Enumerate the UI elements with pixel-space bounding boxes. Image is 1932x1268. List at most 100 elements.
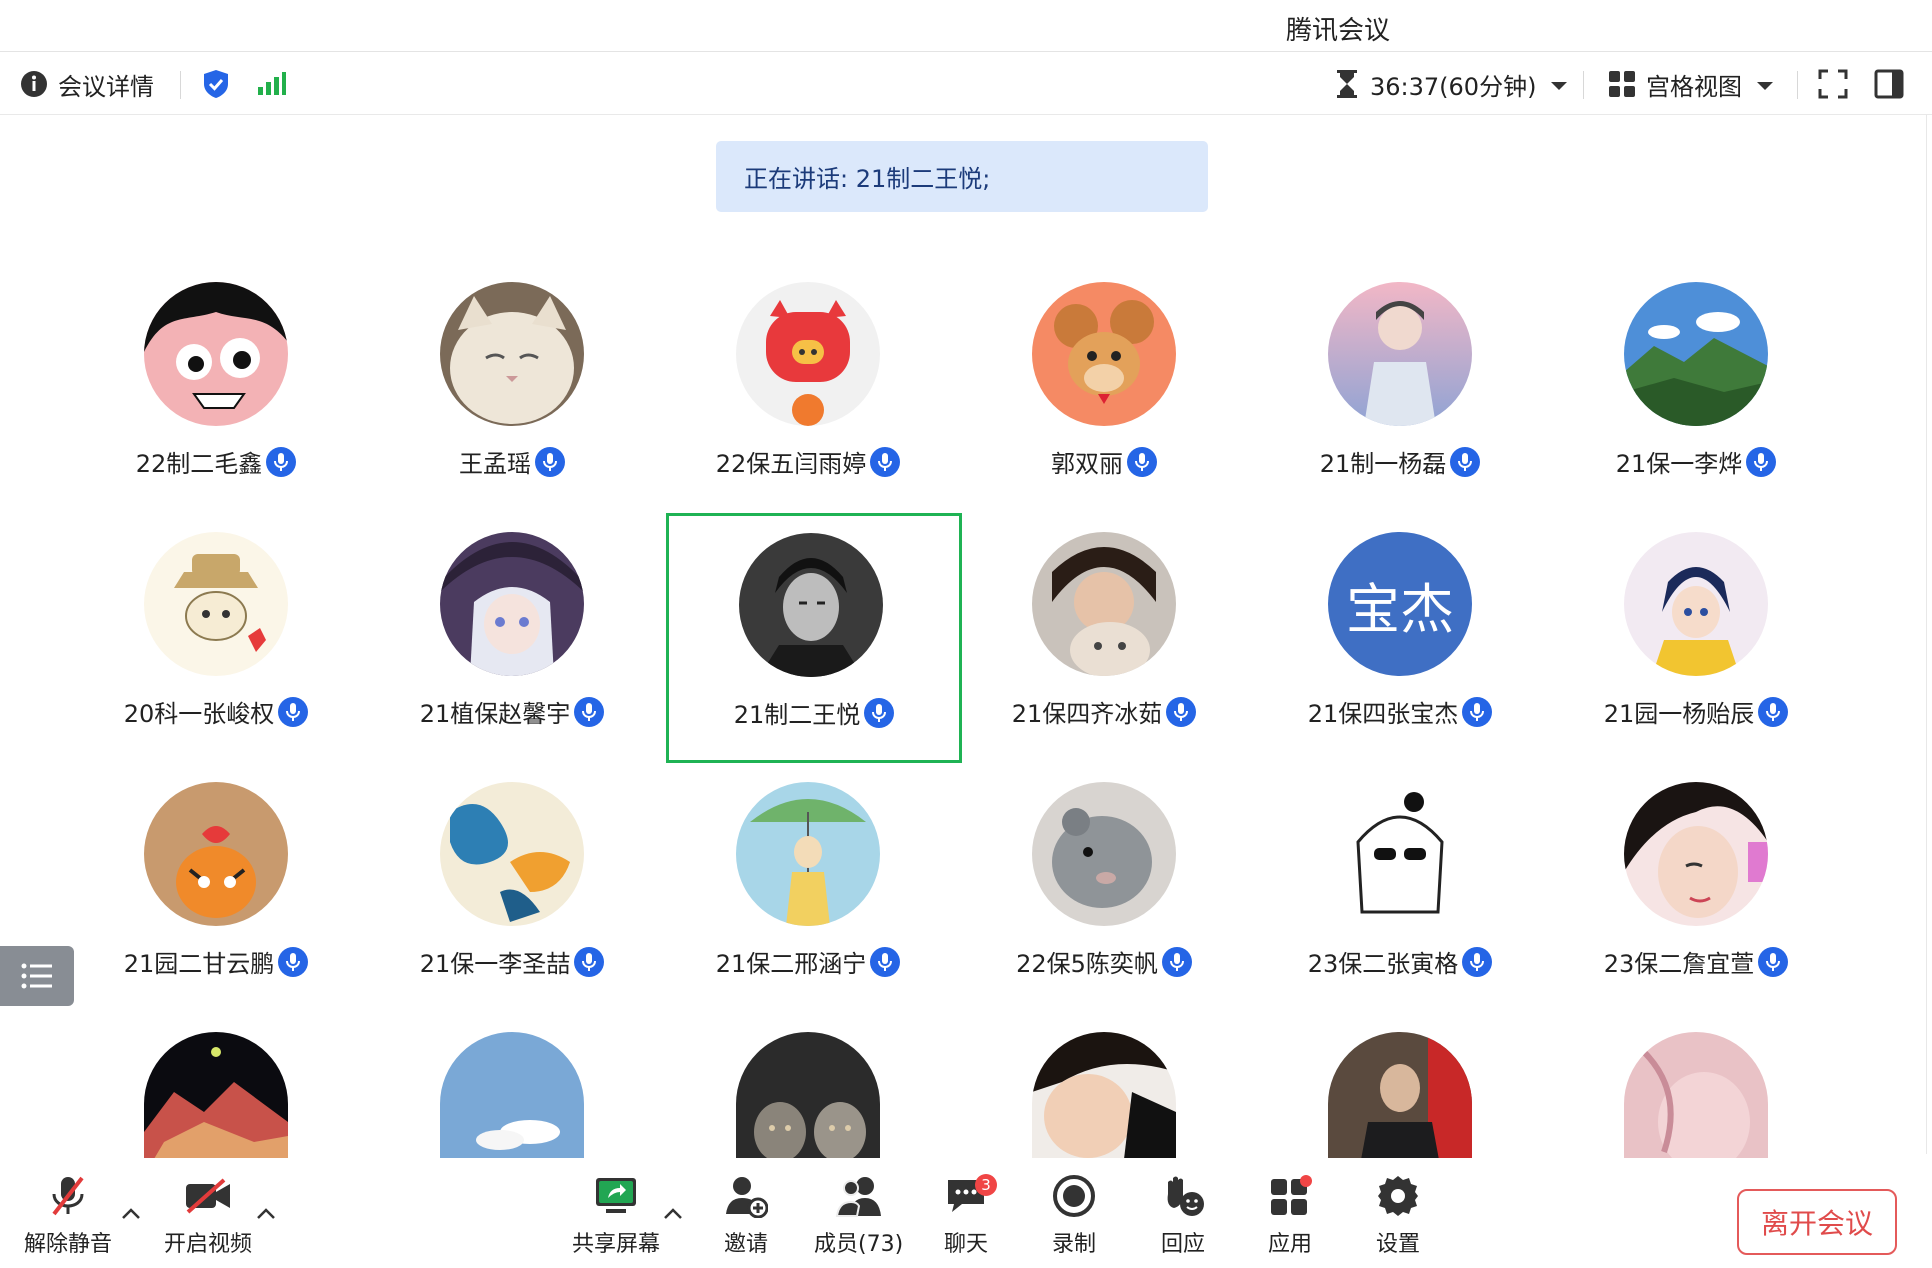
hamster-icon [1032, 782, 1176, 926]
share-options-chevron-up-icon[interactable] [663, 1204, 683, 1225]
participant-name: 王孟瑶 [459, 450, 531, 478]
cats-icon [736, 1032, 880, 1158]
video-options-chevron-up-icon[interactable] [256, 1204, 276, 1225]
avatar [440, 282, 584, 426]
participant-name: 21园二甘云鹏 [123, 950, 275, 978]
participant-tile[interactable]: 郭双丽 [956, 262, 1252, 512]
start-video-label: 开启视频 [164, 1232, 253, 1257]
avatar [736, 282, 880, 426]
list-icon [20, 961, 54, 991]
avatar [144, 782, 288, 926]
share-screen-button[interactable]: 共享屏幕 [572, 1170, 660, 1258]
record-button[interactable]: 录制 [1052, 1170, 1096, 1258]
participant-tile[interactable]: 23保二詹宜萱 [1548, 762, 1844, 1012]
mic-on-icon [1450, 446, 1481, 477]
participant-tile[interactable]: 22制二毛鑫 [68, 262, 364, 512]
start-video-button[interactable]: 开启视频 [164, 1170, 252, 1258]
members-icon [835, 1170, 883, 1222]
participant-tile[interactable]: 21保四齐冰茹 [956, 512, 1252, 762]
participant-tile-active-speaker[interactable]: 21制二王悦 [666, 513, 962, 763]
participant-tile[interactable]: 21园二甘云鹏 [68, 762, 364, 1012]
participant-tile[interactable]: 21保一李圣喆 [364, 762, 660, 1012]
mic-on-icon [574, 696, 605, 727]
avatar [1032, 282, 1176, 426]
avatar [440, 1032, 584, 1158]
avatar [1624, 282, 1768, 426]
avatar [1328, 782, 1472, 926]
avatar [739, 533, 883, 677]
boy-closeup-icon [1032, 1032, 1176, 1158]
mic-on-icon [1462, 696, 1493, 727]
avatar [1624, 1032, 1768, 1158]
participant-tile[interactable]: 23保二张寅格 [1252, 762, 1548, 1012]
mic-muted-icon [48, 1170, 88, 1222]
settings-label: 设置 [1376, 1232, 1421, 1257]
participant-tile[interactable]: 22保5陈奕帆 [956, 762, 1252, 1012]
react-button[interactable]: 回应 [1160, 1170, 1206, 1258]
apps-label: 应用 [1268, 1232, 1313, 1257]
record-icon [1052, 1170, 1096, 1222]
bottom-control-bar: 解除静音 开启视频 共享屏幕 邀请 成员(73) 聊天 3 录制 回应 应用 设… [0, 1160, 1932, 1268]
participant-tile[interactable]: 宝杰 21保四张宝杰 [1252, 512, 1548, 762]
participant-name: 22保5陈奕帆 [1016, 950, 1158, 978]
invite-button[interactable]: 邀请 [724, 1170, 768, 1258]
mic-on-icon [870, 446, 901, 477]
man-suit-icon [1328, 1032, 1472, 1158]
video-off-icon [184, 1170, 232, 1222]
avatar [440, 782, 584, 926]
night-mountain-icon [144, 1032, 288, 1158]
avatar [1032, 782, 1176, 926]
participant-tile[interactable]: 21保二邢涵宁 [660, 762, 956, 1012]
settings-button[interactable]: 设置 [1376, 1170, 1420, 1258]
avatar [440, 532, 584, 676]
add-user-icon [724, 1170, 768, 1222]
participant-tile[interactable]: 王孟瑶 [364, 262, 660, 512]
avatar [1328, 282, 1472, 426]
unmute-label: 解除静音 [24, 1232, 113, 1257]
mountain-landscape-icon [1624, 282, 1768, 426]
grid-right-border [1926, 114, 1927, 1154]
members-button[interactable]: 成员(73) [814, 1170, 903, 1258]
avatar [736, 782, 880, 926]
leave-meeting-button[interactable]: 离开会议 [1737, 1189, 1897, 1255]
audio-options-chevron-up-icon[interactable] [121, 1204, 141, 1225]
record-label: 录制 [1052, 1232, 1097, 1257]
participant-name: 23保二詹宜萱 [1603, 950, 1755, 978]
apps-grid-icon [1268, 1170, 1312, 1222]
mic-on-icon [1161, 946, 1192, 977]
participant-name: 22保五闫雨婷 [715, 450, 867, 478]
participant-tile[interactable]: 21植保赵馨宇 [364, 512, 660, 762]
unmute-button[interactable]: 解除静音 [24, 1170, 112, 1258]
share-screen-label: 共享屏幕 [572, 1232, 661, 1257]
red-pig-icon [736, 282, 880, 426]
chat-label: 聊天 [944, 1232, 989, 1257]
participant-name: 21园一杨贻辰 [1603, 700, 1755, 728]
participant-name: 20科一张峻权 [123, 700, 275, 728]
anime-boy-icon [144, 282, 288, 426]
apps-button[interactable]: 应用 [1268, 1170, 1312, 1258]
participant-tile[interactable]: 21保一李烨 [1548, 262, 1844, 512]
mic-on-icon [535, 446, 565, 477]
mic-on-icon [278, 946, 309, 977]
participant-name: 21植保赵馨宇 [419, 700, 571, 728]
participant-tile[interactable]: 21制一杨磊 [1252, 262, 1548, 512]
invite-label: 邀请 [724, 1232, 769, 1257]
chat-unread-badge: 3 [975, 1174, 997, 1196]
anime-yellow-hoodie-icon [1624, 532, 1768, 676]
pink-portrait-icon [1624, 1032, 1768, 1158]
participant-tile[interactable]: 20科一张峻权 [68, 512, 364, 762]
blue-sky-icon [440, 1032, 584, 1158]
participant-list-toggle[interactable] [0, 946, 74, 1006]
mic-on-icon [266, 446, 297, 477]
participant-name: 21保四张宝杰 [1307, 700, 1459, 728]
participant-tile[interactable]: 22保五闫雨婷 [660, 262, 956, 512]
umbrella-illustration-icon [736, 782, 880, 926]
participant-name: 23保二张寅格 [1307, 950, 1459, 978]
participant-tile[interactable]: 21园一杨贻辰 [1548, 512, 1844, 762]
mic-on-icon [1462, 946, 1493, 977]
bw-portrait-icon [739, 533, 883, 677]
avatar [1032, 532, 1176, 676]
participant-name: 21保四齐冰茹 [1011, 700, 1163, 728]
members-label: 成员(73) [814, 1232, 904, 1257]
mic-speaking-icon [864, 697, 895, 728]
